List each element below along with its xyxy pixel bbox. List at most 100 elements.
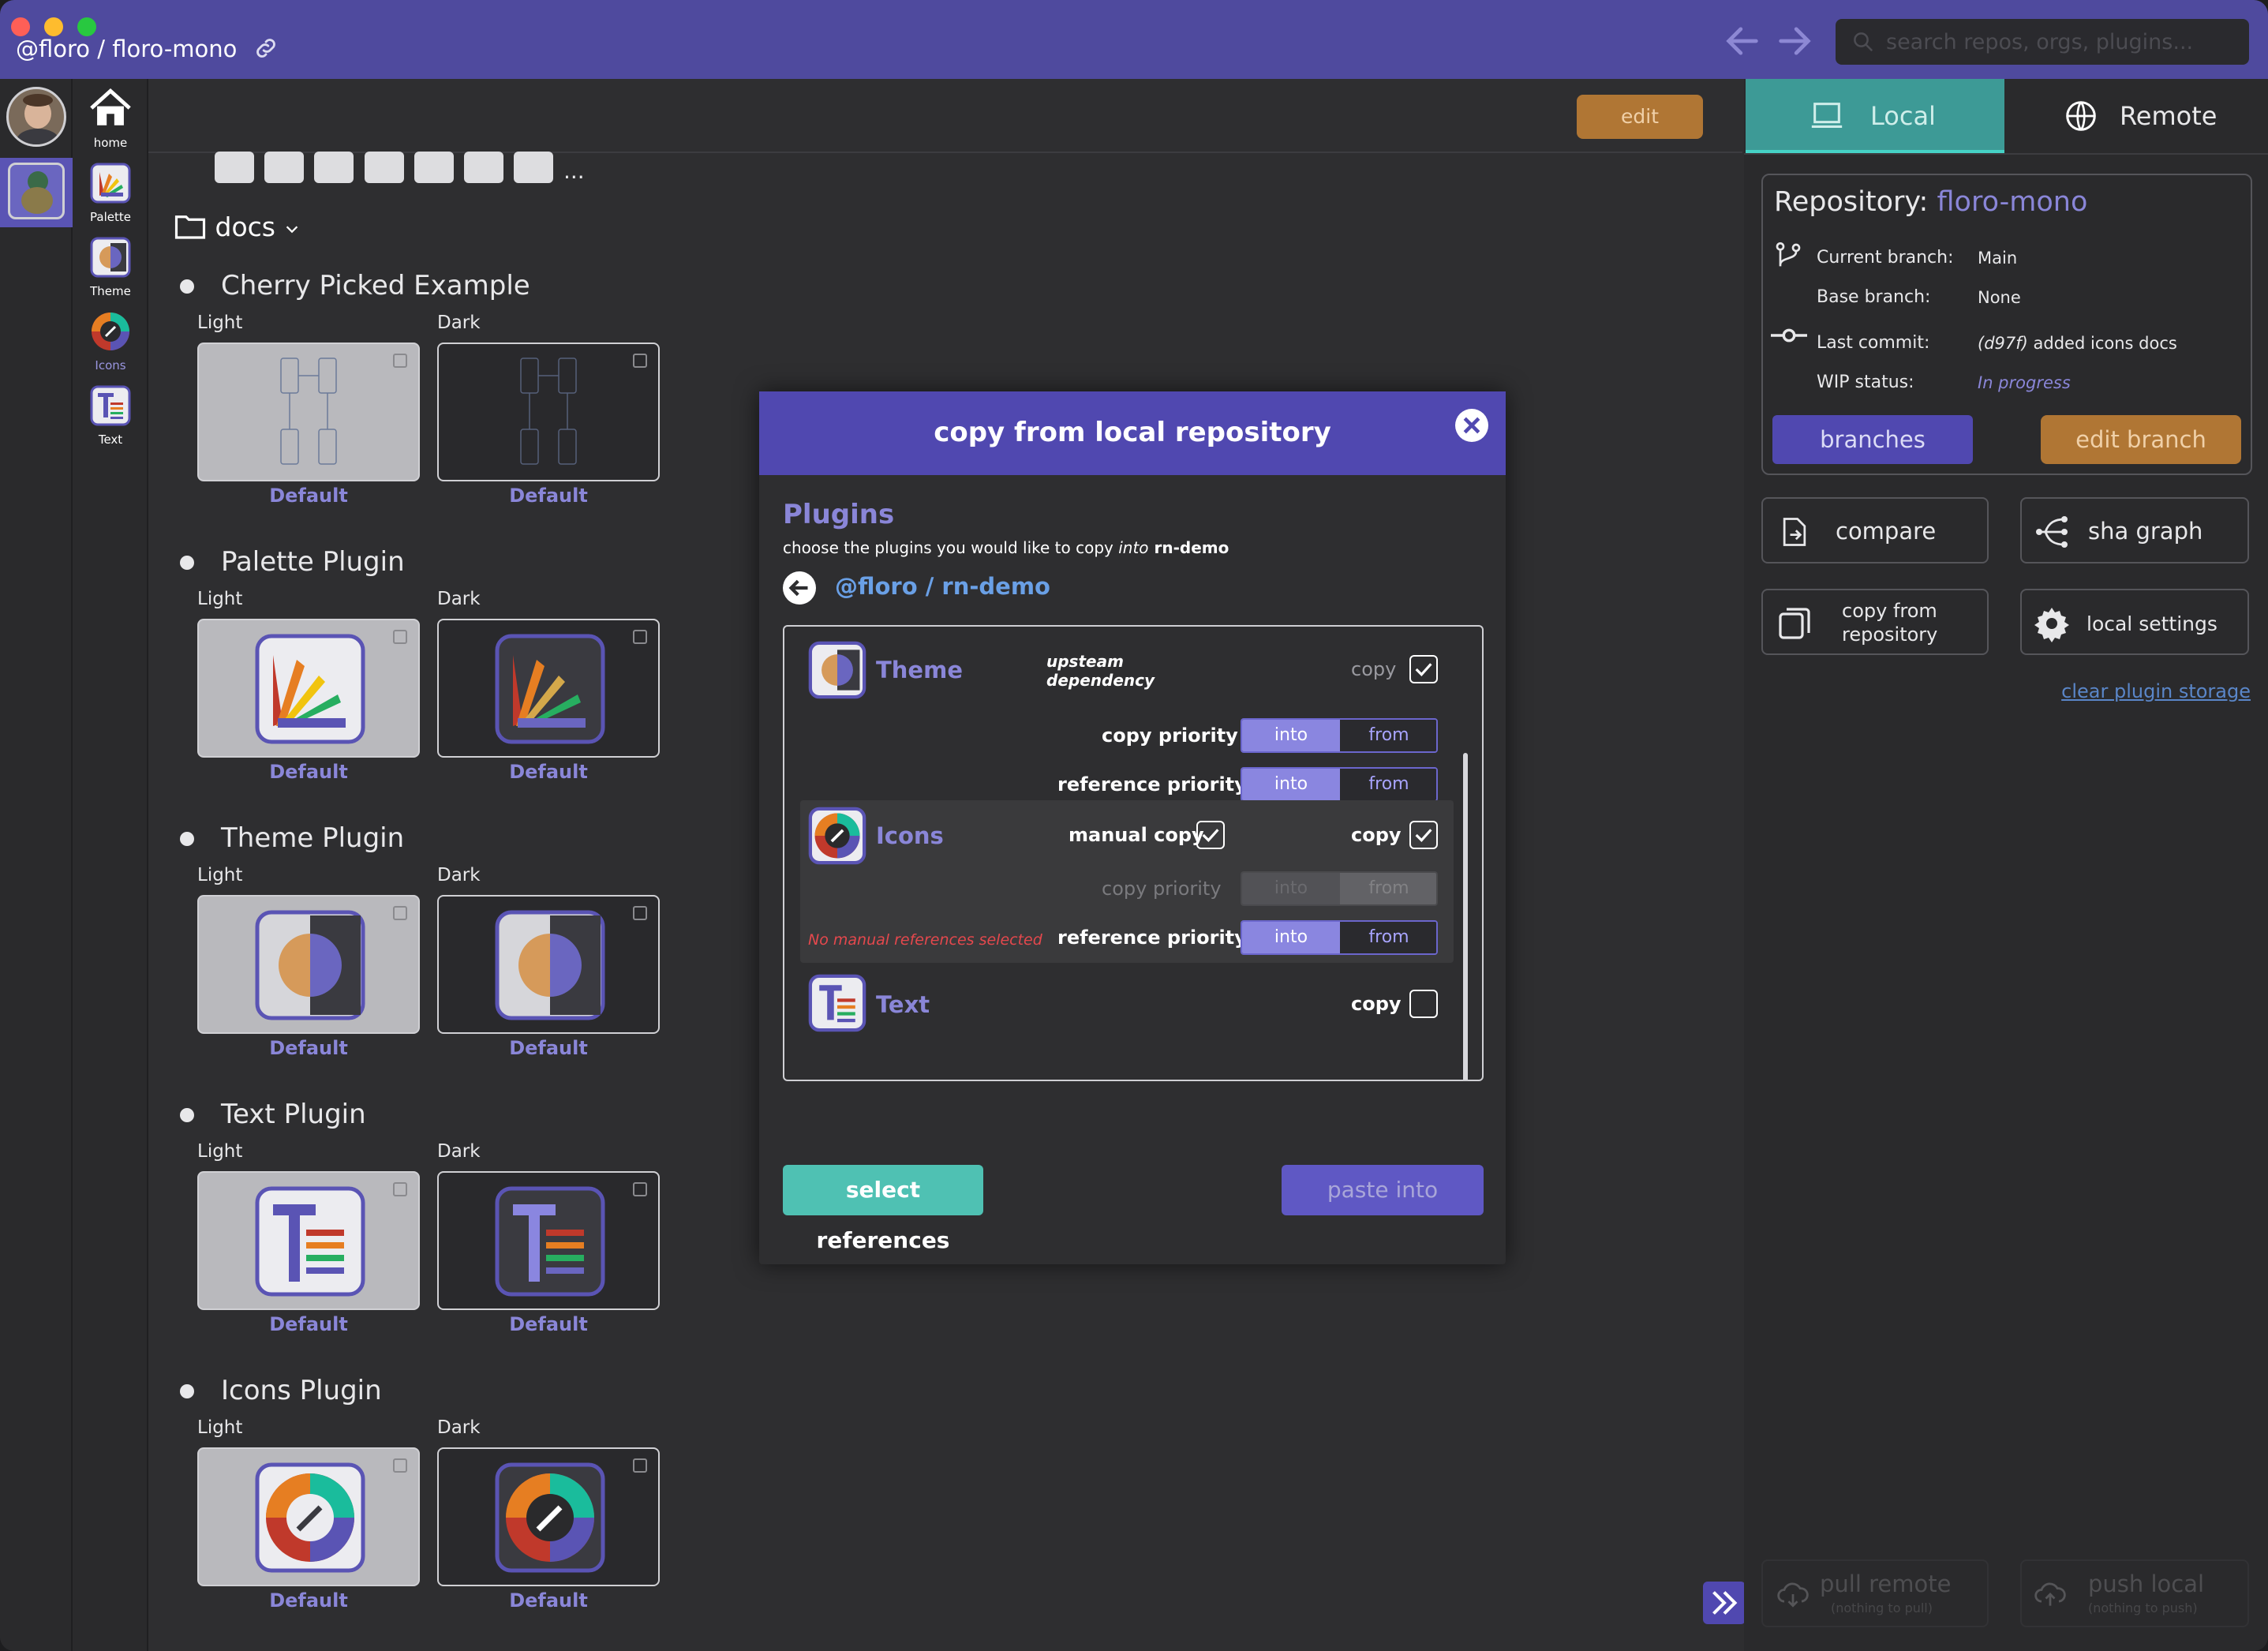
modal-close-button[interactable] <box>1455 409 1488 442</box>
preview-card-light[interactable] <box>197 1447 420 1586</box>
copy-icon[interactable] <box>633 906 647 920</box>
select-references-button[interactable]: select references <box>783 1165 983 1253</box>
back-button[interactable] <box>783 571 816 605</box>
doc-nav-chip[interactable] <box>215 152 254 183</box>
reference-priority-toggle[interactable]: into from <box>1241 767 1438 802</box>
preview-card-light[interactable] <box>197 1171 420 1310</box>
branches-button[interactable]: branches <box>1772 415 1973 464</box>
reference-priority-toggle[interactable]: into from <box>1241 920 1438 955</box>
preview-card-light[interactable] <box>197 343 420 481</box>
text-plugin-icon <box>90 385 131 426</box>
preview-card-dark[interactable] <box>437 619 660 758</box>
dark-label: Dark <box>437 1141 481 1162</box>
light-label: Light <box>197 1141 243 1162</box>
copy-icon[interactable] <box>393 354 407 368</box>
copy-icon[interactable] <box>393 1182 407 1196</box>
preview-card-dark[interactable] <box>437 1171 660 1310</box>
preview-card-dark[interactable] <box>437 343 660 481</box>
priority-into-option[interactable]: into <box>1242 769 1340 800</box>
section-title: Palette Plugin <box>221 546 405 578</box>
sha-graph-button[interactable]: sha graph <box>2020 497 2249 563</box>
copy-from-repository-button[interactable]: copy from repository <box>1761 589 1989 655</box>
dark-label: Dark <box>437 589 481 609</box>
copy-icon[interactable] <box>633 1182 647 1196</box>
compare-button[interactable]: compare <box>1761 497 1989 563</box>
copy-checkbox[interactable] <box>1409 821 1438 849</box>
close-window-button[interactable] <box>11 17 30 36</box>
priority-into-option[interactable]: into <box>1242 922 1340 953</box>
clear-plugin-storage-link[interactable]: clear plugin storage <box>2061 680 2251 702</box>
breadcrumb-text[interactable]: @floro / floro-mono <box>16 36 237 62</box>
sidebar-item-palette[interactable]: Palette <box>73 163 148 224</box>
user-avatar[interactable] <box>6 87 66 147</box>
plugins-heading: Plugins <box>783 499 895 530</box>
sidebar-item-text[interactable]: Text <box>73 385 148 447</box>
diagram-thumbnail <box>520 358 577 465</box>
copy-icon[interactable] <box>633 354 647 368</box>
sidebar-item-icons[interactable]: Icons <box>73 311 148 373</box>
local-settings-button[interactable]: local settings <box>2020 589 2249 655</box>
maximize-window-button[interactable] <box>77 17 96 36</box>
more-chips[interactable]: ... <box>563 158 585 184</box>
section-bullet <box>180 1108 194 1122</box>
doc-nav-chip[interactable] <box>264 152 304 183</box>
edit-branch-button[interactable]: edit branch <box>2041 415 2241 464</box>
plugin-name: Theme <box>876 657 963 683</box>
copy-icon[interactable] <box>633 630 647 644</box>
doc-nav-chip[interactable] <box>464 152 503 183</box>
pull-remote-button[interactable]: pull remote (nothing to pull) <box>1761 1559 1989 1627</box>
repository-name[interactable]: floro-mono <box>1937 186 2088 218</box>
theme-icon <box>255 910 365 1020</box>
priority-from-option[interactable]: from <box>1340 720 1436 751</box>
preview-card-light[interactable] <box>197 619 420 758</box>
reference-priority-label: reference priority <box>1057 927 1247 949</box>
tab-remote[interactable]: Remote <box>2004 79 2268 153</box>
search-input[interactable]: search repos, orgs, plugins... <box>1836 19 2249 65</box>
copy-icon[interactable] <box>393 630 407 644</box>
copy-checkbox[interactable] <box>1409 990 1438 1018</box>
subtitle-into: into <box>1118 538 1149 557</box>
manual-copy-checkbox[interactable] <box>1196 821 1225 849</box>
palette-icon <box>495 634 605 744</box>
preview-card-dark[interactable] <box>437 1447 660 1586</box>
tab-local[interactable]: Local <box>1746 79 2004 153</box>
copy-priority-toggle[interactable]: into from <box>1241 718 1438 753</box>
preview-card-dark[interactable] <box>437 895 660 1034</box>
push-local-button[interactable]: push local (nothing to push) <box>2020 1559 2249 1627</box>
last-commit-message: added icons docs <box>2033 334 2177 353</box>
forward-arrow-icon[interactable] <box>1774 21 1815 62</box>
doc-nav-chip[interactable] <box>365 152 404 183</box>
copy-priority-label: copy priority <box>1102 878 1222 900</box>
source-repo-link[interactable]: @floro / rn-demo <box>835 573 1050 600</box>
paste-into-button[interactable]: paste into <box>1282 1165 1484 1215</box>
copy-icon[interactable] <box>393 906 407 920</box>
sidebar-item-theme[interactable]: Theme <box>73 237 148 298</box>
sidebar-label-icons: Icons <box>95 358 126 373</box>
copy-icon[interactable] <box>393 1458 407 1473</box>
copy-checkbox[interactable] <box>1409 655 1438 683</box>
doc-nav-chip[interactable] <box>414 152 454 183</box>
card-label: Default <box>269 761 348 783</box>
sidebar-item-home[interactable]: home <box>73 87 148 150</box>
icons-plugin-icon <box>808 807 866 865</box>
breadcrumb[interactable]: @floro / floro-mono <box>16 35 279 62</box>
preview-card-light[interactable] <box>197 895 420 1034</box>
minimize-window-button[interactable] <box>44 17 63 36</box>
priority-into-option[interactable]: into <box>1242 720 1340 751</box>
doc-nav-chip[interactable] <box>514 152 553 183</box>
expand-panel-button[interactable] <box>1703 1582 1746 1624</box>
base-branch-value: None <box>1978 288 2021 307</box>
copy-icon[interactable] <box>633 1458 647 1473</box>
doc-nav-chip[interactable] <box>314 152 354 183</box>
repo-avatar[interactable] <box>0 158 73 227</box>
link-icon[interactable] <box>253 35 279 62</box>
back-arrow-icon[interactable] <box>1722 21 1763 62</box>
priority-from-option[interactable]: from <box>1340 769 1436 800</box>
plugin-list-scrollbar[interactable] <box>1463 753 1468 1080</box>
docs-folder[interactable]: docs <box>174 212 301 242</box>
priority-from-option[interactable]: from <box>1340 922 1436 953</box>
edit-button[interactable]: edit <box>1577 95 1703 139</box>
plugin-list[interactable]: Theme upsteam dependency copy copy prior… <box>783 625 1484 1081</box>
icons-plugin-icon <box>495 1462 605 1573</box>
last-commit-value[interactable]: (d97f) added icons docs <box>1978 334 2177 353</box>
